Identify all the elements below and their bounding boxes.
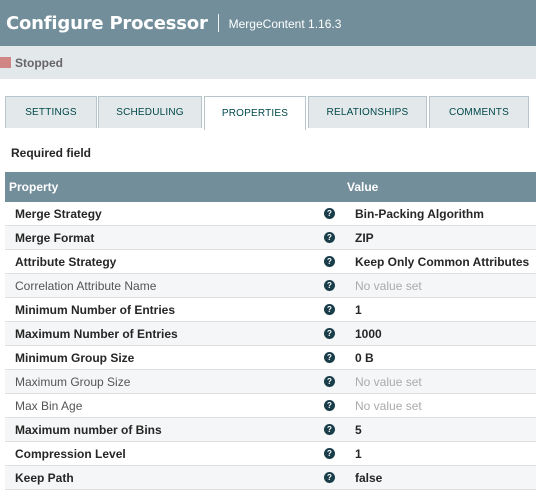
tab-comments[interactable]: COMMENTS (429, 96, 529, 128)
help-icon[interactable]: ? (324, 472, 335, 483)
property-value[interactable]: 1 (355, 303, 362, 317)
property-value[interactable]: No value set (355, 375, 422, 389)
property-name: Merge Format (15, 230, 95, 245)
table-row[interactable]: Max Bin Age? No value set (5, 394, 536, 418)
table-header: Property Value (5, 172, 536, 202)
property-value[interactable]: No value set (355, 279, 422, 293)
property-value[interactable]: 0 B (355, 351, 374, 365)
help-icon[interactable]: ? (324, 376, 335, 387)
table-row[interactable]: Attribute Strategy? Keep Only Common Attr… (5, 250, 536, 274)
property-name: Keep Path (15, 470, 74, 485)
stopped-status-icon (0, 57, 11, 68)
table-row[interactable]: Minimum Group Size? 0 B (5, 346, 536, 370)
property-name: Minimum Group Size (15, 350, 135, 365)
table-body: Merge Strategy? Bin-Packing Algorithm Merg… (5, 202, 536, 490)
property-value[interactable]: 5 (355, 423, 362, 437)
property-name: Attribute Strategy (15, 254, 117, 269)
tab-properties[interactable]: PROPERTIES (204, 96, 306, 130)
status-label: Stopped (15, 55, 63, 70)
property-value[interactable]: Bin-Packing Algorithm (355, 207, 484, 221)
help-icon[interactable]: ? (324, 208, 335, 219)
table-row[interactable]: Keep Path? false (5, 466, 536, 490)
help-icon[interactable]: ? (324, 328, 335, 339)
property-value[interactable]: Keep Only Common Attributes (355, 255, 529, 269)
property-value[interactable]: ZIP (355, 231, 374, 245)
help-icon[interactable]: ? (324, 304, 335, 315)
table-row[interactable]: Correlation Attribute Name? No value set (5, 274, 536, 298)
property-name: Max Bin Age (15, 398, 83, 413)
help-icon[interactable]: ? (324, 400, 335, 411)
help-icon[interactable]: ? (324, 448, 335, 459)
help-icon[interactable]: ? (324, 232, 335, 243)
property-name: Compression Level (15, 446, 126, 461)
header-separator (217, 14, 219, 32)
help-icon[interactable]: ? (324, 352, 335, 363)
table-row[interactable]: Maximum number of Bins? 5 (5, 418, 536, 442)
table-row[interactable]: Merge Strategy? Bin-Packing Algorithm (5, 202, 536, 226)
help-icon[interactable]: ? (324, 256, 335, 267)
status-bar: Stopped (0, 46, 536, 79)
tab-settings[interactable]: SETTINGS (5, 96, 97, 128)
processor-type-label: MergeContent 1.16.3 (228, 17, 342, 31)
property-value[interactable]: 1000 (355, 327, 382, 341)
table-row[interactable]: Maximum Group Size? No value set (5, 370, 536, 394)
tab-bar: SETTINGS SCHEDULING PROPERTIES RELATIONS… (0, 96, 536, 130)
help-icon[interactable]: ? (324, 424, 335, 435)
table-row[interactable]: Compression Level? 1 (5, 442, 536, 466)
table-row[interactable]: Maximum Number of Entries? 1000 (5, 322, 536, 346)
help-icon[interactable]: ? (324, 280, 335, 291)
dialog-title: Configure Processor (6, 12, 208, 34)
property-name: Maximum number of Bins (15, 422, 162, 437)
table-row[interactable]: Merge Format? ZIP (5, 226, 536, 250)
table-row[interactable]: Minimum Number of Entries? 1 (5, 298, 536, 322)
properties-table: Property Value Merge Strategy? Bin-Packin… (5, 172, 536, 490)
tab-relationships[interactable]: RELATIONSHIPS (308, 96, 427, 128)
property-value[interactable]: No value set (355, 399, 422, 413)
property-value[interactable]: 1 (355, 447, 362, 461)
property-name: Correlation Attribute Name (15, 278, 157, 293)
column-header-value[interactable]: Value (347, 180, 378, 194)
property-name: Merge Strategy (15, 206, 102, 221)
property-value[interactable]: false (355, 471, 382, 485)
required-field-legend: Required field (11, 146, 92, 160)
dialog-header: Configure Processor MergeContent 1.16.3 (0, 0, 536, 46)
column-header-property[interactable]: Property (9, 180, 58, 194)
property-name: Maximum Group Size (15, 374, 131, 389)
property-name: Maximum Number of Entries (15, 326, 178, 341)
property-name: Minimum Number of Entries (15, 302, 176, 317)
tab-scheduling[interactable]: SCHEDULING (98, 96, 202, 128)
